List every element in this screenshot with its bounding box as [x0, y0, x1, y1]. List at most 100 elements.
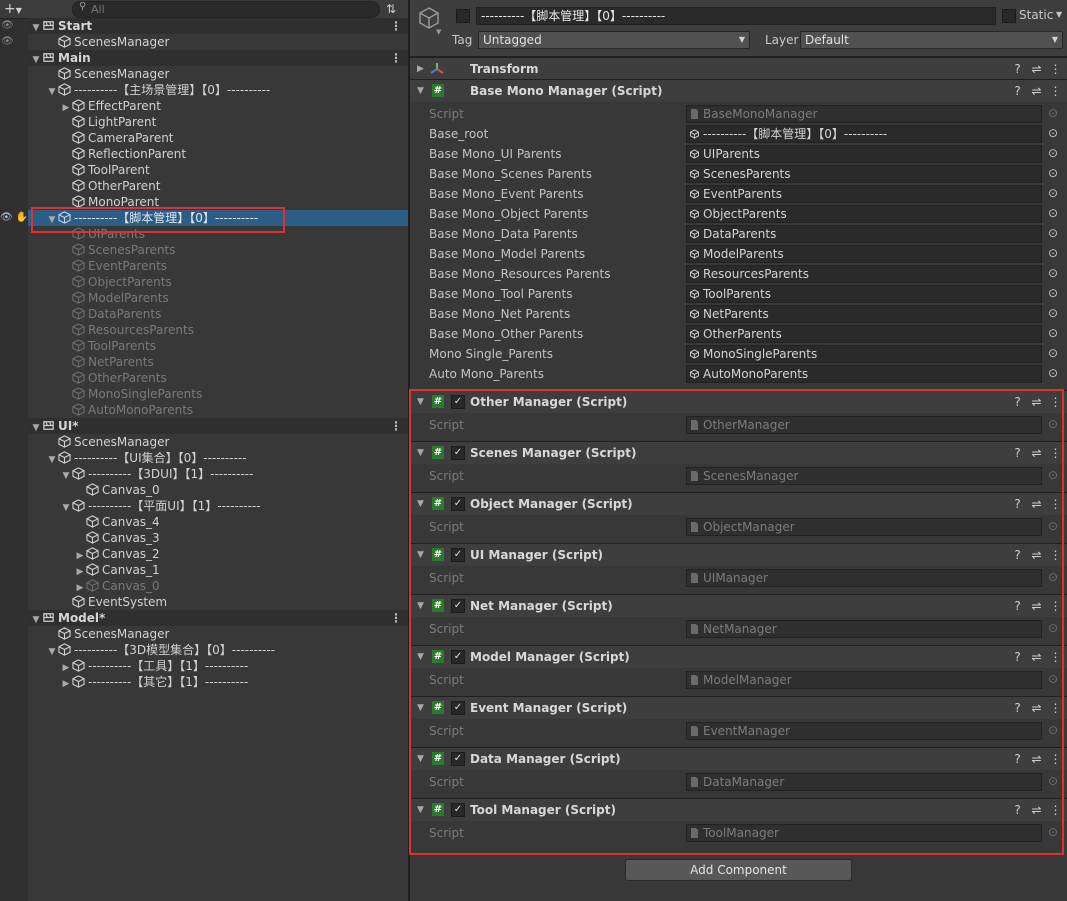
collapse-arrow-icon[interactable]: ▼ [417, 80, 424, 102]
expand-arrow-icon[interactable]: ▶ [60, 676, 72, 692]
hierarchy-row-content: ▼ ----------【主场景管理】【0】---------- [28, 83, 271, 97]
help-icon[interactable]: ? [1008, 58, 1027, 80]
kebab-menu-icon[interactable]: ⋮ [1046, 58, 1065, 80]
object-picker-icon[interactable]: ⊙ [1048, 227, 1060, 239]
object-reference-field[interactable]: ----------【脚本管理】【0】---------- [686, 125, 1042, 143]
object-reference-field[interactable]: AutoMonoParents [686, 365, 1042, 383]
hierarchy-scene-row[interactable]: ▼ Model* ⋮ [28, 610, 408, 626]
hierarchy-row[interactable]: ▶ EffectParent [28, 98, 161, 114]
static-checkbox[interactable] [1002, 9, 1016, 23]
hierarchy-scene-row[interactable]: ▼ Start ⋮ [28, 18, 408, 34]
add-component-button[interactable]: Add Component [625, 859, 852, 881]
object-picker-icon[interactable]: ⊙ [1048, 187, 1060, 199]
hierarchy-row[interactable]: ▶ Canvas_1 [28, 562, 160, 578]
hierarchy-row[interactable]: ModelParents [28, 290, 169, 306]
kebab-menu-icon[interactable]: ⋮ [1046, 80, 1065, 102]
object-reference-field[interactable]: ToolParents [686, 285, 1042, 303]
selected-visibility-eye-icon[interactable]: 👁 ✋ [0, 212, 28, 223]
object-picker-icon[interactable]: ⊙ [1048, 207, 1060, 219]
visibility-eye-icon-2[interactable]: 👁 [1, 36, 14, 47]
kebab-menu-icon[interactable]: ⋮ [390, 18, 402, 34]
sort-icon[interactable]: ⇅ [386, 0, 404, 18]
object-picker-icon[interactable]: ⊙ [1048, 327, 1060, 339]
object-reference-field[interactable]: DataParents [686, 225, 1042, 243]
hierarchy-row[interactable]: ScenesManager [28, 626, 169, 642]
hierarchy-row[interactable]: ▼ ----------【UI集合】【0】---------- [28, 450, 247, 466]
create-button[interactable]: +▼ [4, 0, 30, 18]
gameobject-cube-icon [72, 131, 88, 145]
settings-sliders-icon[interactable]: ⇌ [1027, 58, 1046, 80]
object-picker-icon[interactable]: ⊙ [1048, 127, 1060, 139]
hierarchy-row[interactable]: ScenesManager [28, 34, 169, 50]
hierarchy-row[interactable]: ▶ ----------【工具】【1】---------- [28, 658, 249, 674]
hierarchy-row[interactable]: DataParents [28, 306, 161, 322]
object-reference-field[interactable]: NetParents [686, 305, 1042, 323]
object-picker-icon[interactable]: ⊙ [1048, 307, 1060, 319]
object-picker-icon[interactable]: ⊙ [1048, 167, 1060, 179]
object-picker-icon[interactable]: ⊙ [1048, 247, 1060, 259]
chevron-down-icon[interactable]: ▼ [436, 28, 441, 36]
hierarchy-row[interactable]: NetParents [28, 354, 154, 370]
hierarchy-row[interactable]: ResourcesParents [28, 322, 194, 338]
object-reference-field[interactable]: MonoSingleParents [686, 345, 1042, 363]
active-checkbox[interactable] [456, 9, 470, 23]
hierarchy-row[interactable]: ▼ ----------【平面UI】【1】---------- [28, 498, 261, 514]
object-picker-icon[interactable]: ⊙ [1048, 367, 1060, 379]
object-picker-icon[interactable]: ⊙ [1048, 287, 1060, 299]
object-reference-field[interactable]: OtherParents [686, 325, 1042, 343]
hierarchy-row[interactable]: ▼ ----------【主场景管理】【0】---------- [28, 82, 271, 98]
layer-dropdown[interactable]: Default ▼ [800, 31, 1063, 49]
hierarchy-row[interactable]: Canvas_4 [28, 514, 160, 530]
hierarchy-row[interactable]: ▼ ----------【3DUI】【1】---------- [28, 466, 254, 482]
chevron-down-icon[interactable]: ▼ [1056, 10, 1062, 19]
hierarchy-row[interactable]: CameraParent [28, 130, 174, 146]
hierarchy-row[interactable]: ScenesParents [28, 242, 176, 258]
base-mono-component-header[interactable]: ▼ # Base Mono Manager (Script) ? ⇌ ⋮ [410, 79, 1067, 102]
hierarchy-row[interactable]: AutoMonoParents [28, 402, 193, 418]
kebab-menu-icon[interactable]: ⋮ [390, 610, 402, 626]
hierarchy-row[interactable]: MonoSingleParents [28, 386, 202, 402]
visibility-eye-icon[interactable]: 👁 [1, 20, 14, 31]
hierarchy-row[interactable]: Canvas_3 [28, 530, 160, 546]
object-reference-field[interactable]: ModelParents [686, 245, 1042, 263]
object-name-field[interactable]: ----------【脚本管理】【0】---------- [476, 7, 996, 25]
object-reference-field[interactable]: UIParents [686, 145, 1042, 163]
hierarchy-row[interactable]: LightParent [28, 114, 156, 130]
hierarchy-row[interactable]: ▶ Canvas_2 [28, 546, 160, 562]
object-picker-icon[interactable]: ⊙ [1048, 107, 1060, 119]
kebab-menu-icon[interactable]: ⋮ [390, 418, 402, 434]
object-reference-field[interactable]: EventParents [686, 185, 1042, 203]
kebab-menu-icon[interactable]: ⋮ [390, 50, 402, 66]
transform-component-header[interactable]: ▶ Transform ? ⇌ ⋮ [410, 57, 1067, 80]
hierarchy-row[interactable]: ToolParents [28, 338, 156, 354]
expand-arrow-icon[interactable]: ▶ [417, 58, 424, 80]
object-picker-icon[interactable]: ⊙ [1048, 347, 1060, 359]
hierarchy-row[interactable]: OtherParents [28, 370, 167, 386]
hierarchy-scene-row[interactable]: ▼ Main ⋮ [28, 50, 408, 66]
hierarchy-row[interactable]: ObjectParents [28, 274, 172, 290]
hierarchy-row[interactable]: OtherParent [28, 178, 161, 194]
object-picker-icon[interactable]: ⊙ [1048, 267, 1060, 279]
object-reference-field[interactable]: ResourcesParents [686, 265, 1042, 283]
help-icon[interactable]: ? [1008, 80, 1027, 102]
hierarchy-row[interactable]: ToolParent [28, 162, 150, 178]
settings-sliders-icon[interactable]: ⇌ [1027, 80, 1046, 102]
object-reference-field[interactable]: ScenesParents [686, 165, 1042, 183]
object-reference-field[interactable]: ObjectParents [686, 205, 1042, 223]
hierarchy-row[interactable]: Canvas_0 [28, 482, 160, 498]
hierarchy-row[interactable]: EventParents [28, 258, 167, 274]
hierarchy-row[interactable]: ReflectionParent [28, 146, 186, 162]
hierarchy-row[interactable]: ▶ ----------【其它】【1】---------- [28, 674, 249, 692]
object-picker-icon[interactable]: ⊙ [1048, 147, 1060, 159]
hierarchy-search-box[interactable]: ⚲ All [72, 1, 380, 18]
gameobject-cube-icon [86, 563, 102, 577]
hierarchy-row[interactable]: ▶ Canvas_0 [28, 578, 160, 594]
hierarchy-row[interactable]: ScenesManager [28, 434, 169, 450]
hierarchy-row[interactable]: ScenesManager [28, 66, 169, 82]
hierarchy-row[interactable]: EventSystem [28, 594, 167, 610]
hierarchy-row[interactable]: ▼ ----------【3D模型集合】【0】---------- [28, 642, 276, 658]
hierarchy-scene-row[interactable]: ▼ UI* ⋮ [28, 418, 408, 434]
hierarchy-row-label: Canvas_0 [102, 483, 160, 497]
hierarchy-row-label: ----------【主场景管理】【0】---------- [74, 83, 271, 97]
tag-dropdown[interactable]: Untagged ▼ [478, 31, 750, 49]
